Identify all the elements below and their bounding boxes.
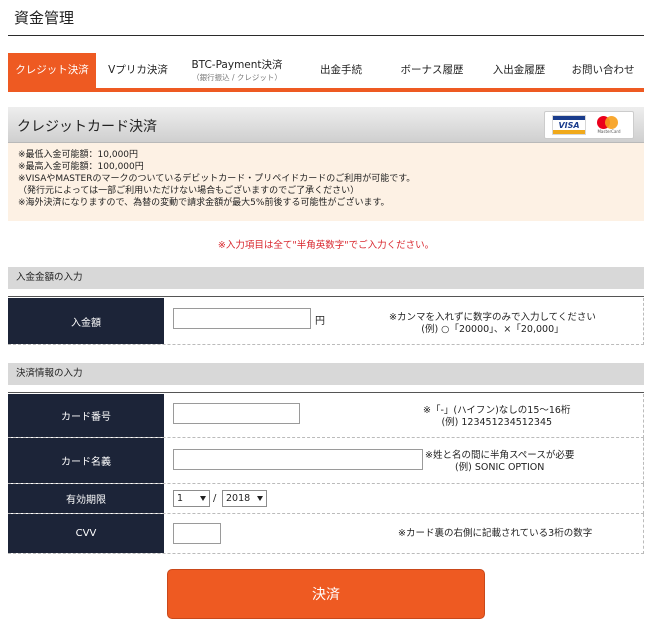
card-name-hint: ※姓と名の間に半角スペースが必要 (例) SONIC OPTION [425,450,574,474]
tab-underline [8,88,644,92]
cvv-body: ※カード裏の右側に記載されている3桁の数字 [164,514,643,553]
tab-vpreca[interactable]: Vプリカ決済 [96,53,180,88]
amount-hint: ※カンマを入れずに数字のみで入力してください (例) ○「20000」、×「20… [389,312,596,336]
card-brand-logos: VISA MasterCard [544,111,634,139]
notice-card-types: ※VISAやMASTERのマークのついているデビットカード・プリペイドカードのご… [18,174,416,184]
tab-btc-payment-sub: （銀行振込 / クレジット） [192,72,282,82]
mastercard-logo-text: MasterCard [597,129,621,134]
cvv-input[interactable] [173,523,221,544]
card-name-input[interactable] [173,449,423,470]
card-number-hint-line2: (例) 123451234512345 [441,417,553,428]
cvv-hint: ※カード裏の右側に記載されている3桁の数字 [398,528,593,539]
expiry-month-value: 1 [177,493,184,504]
card-name-label: カード名義 [8,438,164,483]
expiry-body: 1 / 2018 [164,484,643,513]
tab-btc-payment[interactable]: BTC-Payment決済 （銀行振込 / クレジット） [180,53,294,88]
amount-hint-line2: (例) ○「20000」、×「20,000」 [421,324,564,335]
card-name-hint-line2: (例) SONIC OPTION [454,462,545,473]
tab-credit-label: クレジット決済 [15,64,89,77]
card-payment-header: クレジットカード決済 VISA MasterCard [8,107,644,143]
page-title: 資金管理 [14,9,75,27]
tab-bar: クレジット決済 Vプリカ決済 BTC-Payment決済 （銀行振込 / クレジ… [8,53,644,90]
section-title-payment: 決済情報の入力 [8,363,644,385]
expiry-year-value: 2018 [226,493,251,504]
tab-contact-label: お問い合わせ [571,64,635,77]
card-number-body: ※「-」(ハイフン)なしの15～16桁 (例) 123451234512345 [164,394,643,437]
submit-payment-button[interactable]: 決済 [167,569,485,619]
tab-bonus-history[interactable]: ボーナス履歴 [388,53,476,88]
amount-body: 円 ※カンマを入れずに数字のみで入力してください (例) ○「20000」、×「… [164,298,643,344]
amount-unit: 円 [315,316,325,327]
card-name-hint-line1: ※姓と名の間に半角スペースが必要 [425,450,575,461]
visa-icon: VISA [552,115,586,135]
amount-label: 入金額 [8,298,164,344]
tab-bonus-history-label: ボーナス履歴 [400,64,464,77]
chevron-down-icon [200,496,206,501]
card-number-hint: ※「-」(ハイフン)なしの15～16桁 (例) 123451234512345 [423,405,570,429]
tab-btc-payment-label: BTC-Payment決済 [191,59,283,72]
section-title-amount: 入金金額の入力 [8,267,644,289]
card-number-label: カード番号 [8,394,164,437]
form-row-cvv: CVV ※カード裏の右側に記載されている3桁の数字 [8,514,644,554]
notice-max-deposit: ※最高入金可能額：100,000円 [18,162,144,172]
card-number-hint-line1: ※「-」(ハイフン)なしの15～16桁 [423,405,571,416]
tab-withdrawal-label: 出金手続 [320,64,362,77]
chevron-down-icon [257,496,263,501]
expiry-separator: / [213,493,217,504]
amount-input[interactable] [173,308,311,329]
tab-transaction-history[interactable]: 入出金履歴 [476,53,562,88]
expiry-month-select[interactable]: 1 [173,490,210,507]
tab-credit[interactable]: クレジット決済 [8,53,96,88]
amount-hint-line1: ※カンマを入れずに数字のみで入力してください [389,312,596,323]
card-payment-title: クレジットカード決済 [17,119,157,135]
tab-vpreca-label: Vプリカ決済 [108,64,168,77]
expiry-year-select[interactable]: 2018 [222,490,267,507]
notice-overseas: ※海外決済になりますので、為替の変動で請求金額が最大5%前後する可能性がございま… [18,198,390,208]
section-payment-divider [8,392,644,393]
expiry-label: 有効期限 [8,484,164,513]
notice-box: ※最低入金可能額：10,000円 ※最高入金可能額：100,000円 ※VISA… [8,143,644,221]
card-number-input[interactable] [173,403,300,424]
mastercard-icon: MasterCard [592,115,626,135]
cvv-label: CVV [8,514,164,553]
card-name-body: ※姓と名の間に半角スペースが必要 (例) SONIC OPTION [164,438,643,483]
notice-card-types-note: （発行元によっては一部ご利用いただけない場合もございますのでご了承ください） [18,186,360,196]
form-row-card-number: カード番号 ※「-」(ハイフン)なしの15～16桁 (例) 1234512345… [8,394,644,438]
tab-withdrawal[interactable]: 出金手続 [294,53,388,88]
tab-transaction-history-label: 入出金履歴 [492,64,546,77]
form-row-expiry: 有効期限 1 / 2018 [8,484,644,514]
half-width-notice: ※入力項目は全て"半角英数字"でご入力ください。 [217,240,435,251]
header-divider [8,35,644,36]
notice-min-deposit: ※最低入金可能額：10,000円 [18,150,139,160]
form-row-amount: 入金額 円 ※カンマを入れずに数字のみで入力してください (例) ○「20000… [8,298,644,345]
tab-contact[interactable]: お問い合わせ [562,53,644,88]
page-header: 資金管理 [0,0,660,36]
form-row-card-name: カード名義 ※姓と名の間に半角スペースが必要 (例) SONIC OPTION [8,438,644,484]
section-amount-divider [8,296,644,297]
